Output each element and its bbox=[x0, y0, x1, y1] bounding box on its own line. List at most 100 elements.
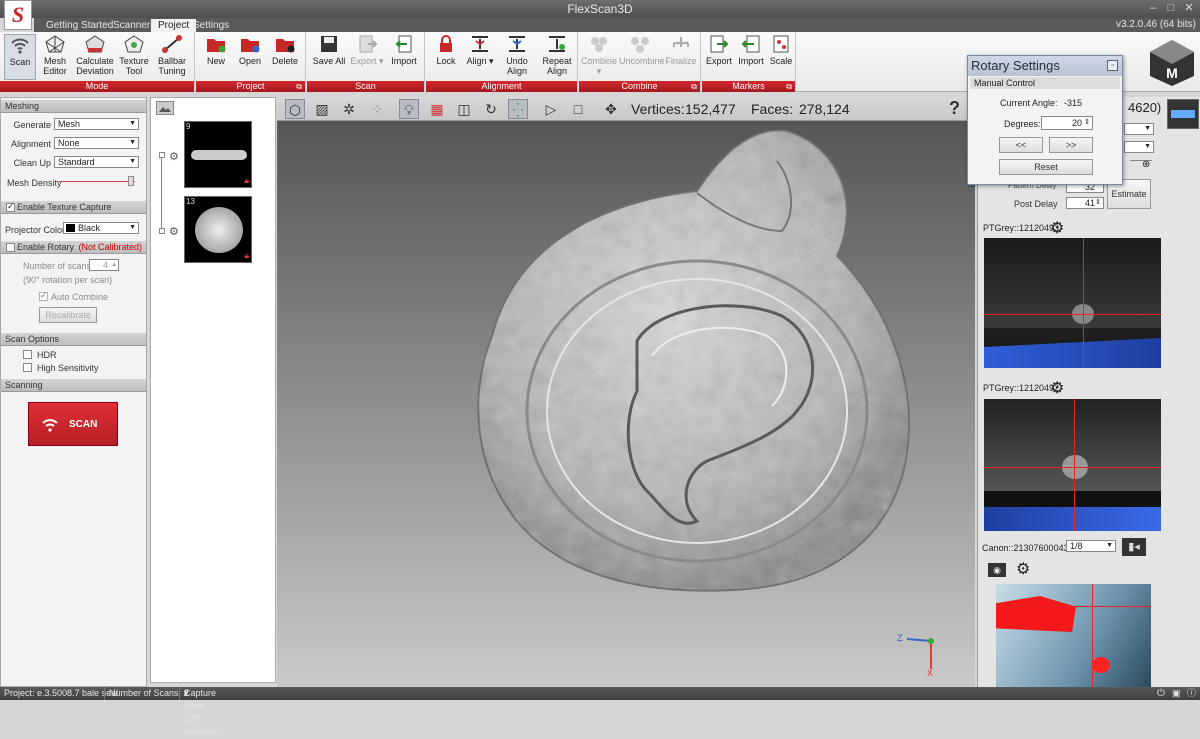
wifi-icon bbox=[42, 419, 58, 432]
ballbar-icon bbox=[162, 35, 182, 53]
capture-time-status[interactable]: Capture Time: 1.77 seconds ▾ bbox=[179, 687, 218, 737]
mesh-density-slider[interactable] bbox=[128, 176, 134, 186]
delete-project-button[interactable]: Delete bbox=[268, 34, 302, 80]
camera-3-label: Canon::213076000439 bbox=[982, 543, 1074, 553]
new-project-button[interactable]: New bbox=[200, 34, 232, 80]
video-camera-icon[interactable]: ▮◂ bbox=[1122, 538, 1146, 556]
scan-tree-panel: ⚙ ⚙ 9 🔒︎ 13 🔒︎ bbox=[150, 97, 276, 683]
move-icon[interactable]: ✥ bbox=[601, 99, 621, 119]
view-texture-icon[interactable]: ▨ bbox=[312, 99, 332, 119]
lock-icon: 🔒︎ bbox=[244, 175, 249, 185]
hdr-checkbox[interactable] bbox=[23, 350, 32, 359]
scan-mode-button[interactable]: Scan bbox=[4, 34, 36, 80]
view-wire-icon[interactable]: ✲ bbox=[339, 99, 359, 119]
num-scans-spinner[interactable]: 4 ▴ bbox=[89, 259, 119, 271]
vertices-label: Vertices: bbox=[631, 101, 685, 117]
mesh-icon bbox=[45, 35, 65, 53]
reset-button[interactable]: Reset bbox=[999, 159, 1093, 175]
open-project-button[interactable]: Open bbox=[234, 34, 266, 80]
high-sensitivity-checkbox[interactable] bbox=[23, 363, 32, 372]
window-title: FlexScan3D bbox=[567, 2, 633, 16]
recalibrate-button[interactable]: Recalibrate bbox=[39, 307, 97, 323]
group-expand-icon[interactable]: ⧉ bbox=[691, 81, 697, 92]
version-label: v3.2.0.46 (64 bits) bbox=[1115, 19, 1196, 30]
gear-icon[interactable]: ⚙ bbox=[1050, 378, 1064, 398]
scan-button[interactable]: SCAN bbox=[28, 402, 118, 446]
gear-icon[interactable]: ⚙ bbox=[1050, 218, 1064, 238]
info-icon[interactable]: ⓘ bbox=[1187, 687, 1196, 700]
alignment-select[interactable]: None ▼ bbox=[54, 137, 139, 149]
3d-viewport[interactable]: Z X bbox=[277, 121, 975, 687]
scanner-mode-select[interactable]: ▼ bbox=[1124, 141, 1154, 153]
scanner-select[interactable]: ▼ bbox=[1124, 123, 1154, 135]
num-scans-label: Number of scans: bbox=[23, 261, 94, 271]
lock-icon: 🔒︎ bbox=[244, 250, 249, 260]
uncombine-button[interactable]: Uncombine bbox=[619, 34, 665, 80]
markers-scale-button[interactable]: Scale bbox=[768, 34, 794, 80]
stop-icon[interactable]: □ bbox=[568, 99, 588, 119]
cleanup-select[interactable]: Standard ▼ bbox=[54, 156, 139, 168]
import-button[interactable]: Import bbox=[387, 34, 421, 80]
lighting-icon[interactable]: 💡︎ bbox=[399, 99, 419, 119]
view-points-icon[interactable]: ⁘ bbox=[367, 99, 387, 119]
close-button[interactable]: ✕ bbox=[1181, 1, 1197, 15]
play-icon[interactable]: ▷ bbox=[541, 99, 561, 119]
degrees-spinner[interactable]: 20 ⇕ bbox=[1041, 116, 1093, 130]
rotate-forward-button[interactable]: >> bbox=[1049, 137, 1093, 153]
ribbon-group-scan: Save All Export ▾ Import Scan bbox=[307, 32, 425, 92]
rotate-icon[interactable]: ↻ bbox=[481, 99, 501, 119]
texture-capture-checkbox[interactable] bbox=[6, 201, 15, 212]
scanner-device-icon[interactable] bbox=[1167, 99, 1199, 129]
meshing-header: Meshing bbox=[1, 100, 146, 113]
tab-settings[interactable]: Settings bbox=[186, 19, 236, 32]
scan-thumbnail[interactable]: 13 🔒︎ bbox=[184, 196, 252, 263]
post-delay-spinner[interactable]: 41 ⇕ bbox=[1066, 197, 1104, 209]
app-logo-icon[interactable]: S bbox=[4, 0, 32, 30]
camera-icon[interactable]: ◉ bbox=[988, 563, 1006, 577]
generate-select[interactable]: Mesh ▼ bbox=[54, 118, 139, 130]
tree-expand-icon[interactable] bbox=[159, 152, 165, 158]
finalize-button[interactable]: Finalize bbox=[663, 34, 699, 80]
save-all-button[interactable]: Save All bbox=[311, 34, 347, 80]
texture-tool-button[interactable]: Texture Tool bbox=[118, 34, 150, 80]
calculate-deviation-button[interactable]: Calculate Deviation bbox=[74, 34, 116, 80]
ballbar-tuning-button[interactable]: Ballbar Tuning bbox=[152, 34, 192, 80]
bounding-box-icon[interactable]: ◫ bbox=[454, 99, 474, 119]
terminal-icon[interactable]: ▣ bbox=[1172, 687, 1181, 700]
align-button[interactable]: Align ▾ bbox=[464, 34, 496, 80]
projector-colour-select[interactable]: Black ▼ bbox=[63, 222, 139, 234]
group-expand-icon[interactable]: ⧉ bbox=[786, 81, 792, 92]
dialog-pin-icon[interactable]: ▫ bbox=[1107, 60, 1118, 71]
axis-gizmo-icon: Z X bbox=[897, 633, 934, 677]
folder-open-icon bbox=[241, 39, 260, 53]
mesh-editor-button[interactable]: Mesh Editor bbox=[38, 34, 72, 80]
markers-view-icon[interactable]: ⁛ bbox=[508, 99, 528, 119]
auto-combine-checkbox[interactable] bbox=[39, 290, 48, 301]
group-expand-icon[interactable]: ⧉ bbox=[296, 81, 302, 92]
folder-new-icon bbox=[207, 39, 226, 53]
scan-thumbnail[interactable]: 9 🔒︎ bbox=[184, 121, 252, 188]
tree-expand-icon[interactable] bbox=[159, 228, 165, 234]
markers-import-button[interactable]: Import bbox=[736, 34, 766, 80]
scan-options-header: Scan Options bbox=[1, 333, 146, 346]
image-icon[interactable] bbox=[156, 101, 174, 115]
maximize-button[interactable]: □ bbox=[1163, 1, 1179, 15]
color-grid-icon[interactable]: ▦ bbox=[427, 99, 447, 119]
rotate-back-button[interactable]: << bbox=[999, 137, 1043, 153]
lock-button[interactable]: Lock bbox=[430, 34, 462, 80]
power-icon[interactable]: ⏻ bbox=[1157, 687, 1165, 700]
exposure-select[interactable]: 1/8 ▼ bbox=[1066, 540, 1116, 552]
markers-export-button[interactable]: Export bbox=[704, 34, 734, 80]
undo-align-button[interactable]: Undo Align bbox=[500, 34, 534, 80]
help-icon[interactable]: ? bbox=[949, 98, 960, 119]
gear-icon[interactable]: ⚙ bbox=[1016, 559, 1030, 579]
zoom-icon[interactable]: ⊕ bbox=[1142, 159, 1150, 170]
view-mesh-icon[interactable]: ⬡ bbox=[285, 99, 305, 119]
repeat-align-button[interactable]: Repeat Align bbox=[538, 34, 576, 80]
minimize-button[interactable]: – bbox=[1145, 1, 1161, 15]
brand-cube-icon: M bbox=[1150, 40, 1194, 86]
combine-button[interactable]: Combine ▾ bbox=[581, 34, 617, 80]
rotary-checkbox[interactable] bbox=[6, 243, 15, 252]
repeat-align-icon bbox=[549, 36, 565, 52]
export-button[interactable]: Export ▾ bbox=[349, 34, 385, 80]
